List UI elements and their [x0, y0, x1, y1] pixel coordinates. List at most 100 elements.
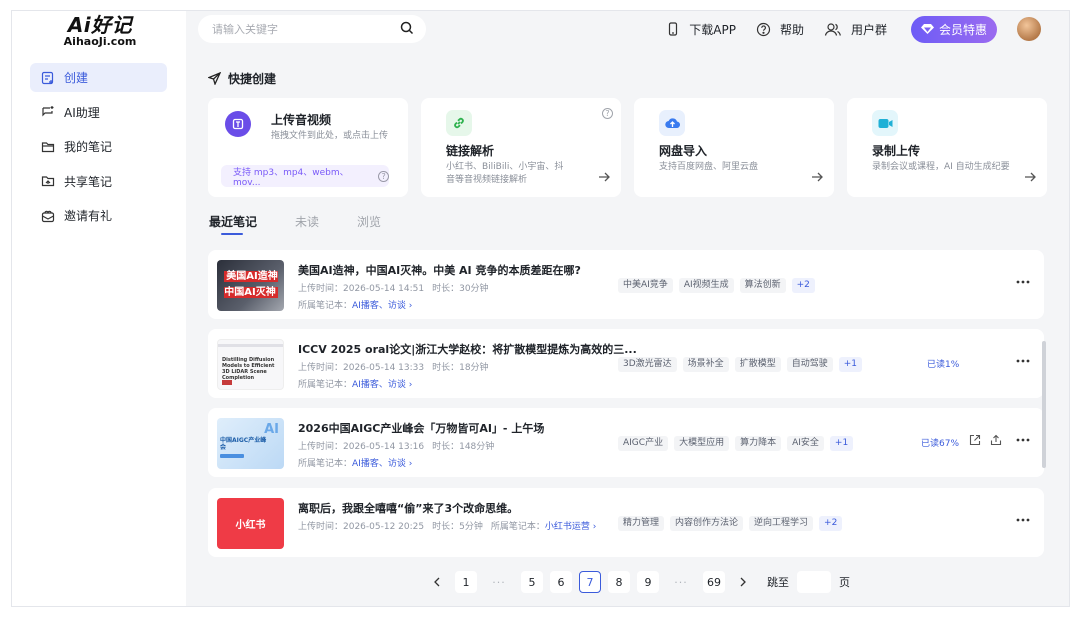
note-meta: 上传时间：2026-05-14 13:33 时长：18分钟	[298, 360, 497, 373]
tag[interactable]: 内容创作方法论	[670, 516, 744, 531]
card-title: 链接解析	[446, 144, 495, 158]
tag[interactable]: AIGC产业	[618, 436, 669, 451]
question-icon[interactable]: ?	[602, 108, 613, 119]
prev-page-button[interactable]	[426, 571, 448, 593]
tag[interactable]: 精力管理	[618, 516, 665, 531]
search-icon[interactable]	[400, 21, 414, 38]
send-icon	[208, 72, 221, 85]
sidebar-item-invite[interactable]: 邀请有礼	[30, 201, 167, 230]
more-icon[interactable]	[1016, 438, 1030, 442]
record-upload-card[interactable]: 录制上传 录制会议或课程，AI 自动生成纪要	[847, 98, 1047, 197]
more-icon[interactable]	[1016, 280, 1030, 284]
list-item[interactable]: AI 中国AIGC产业峰会 2026中国AIGC产业峰会「万物皆可AI」- 上午…	[208, 408, 1044, 477]
card-desc: 支持百度网盘、阿里云盘	[659, 162, 759, 172]
link-parse-card[interactable]: ? 链接解析 小红书、BiliBili、小宇宙、抖音等音视频链接解析	[421, 98, 621, 197]
download-app-button[interactable]: 下载APP	[666, 21, 736, 38]
note-title[interactable]: ICCV 2025 oral论文|浙江大学赵校：将扩散模型提炼为高效的三...	[298, 341, 637, 357]
tag-more[interactable]: +2	[791, 278, 815, 293]
tag[interactable]: 算力降本	[735, 436, 782, 451]
open-external-icon[interactable]	[969, 434, 981, 446]
tag[interactable]: 大模型应用	[674, 436, 730, 451]
tag-more[interactable]: +1	[838, 357, 862, 372]
note-notebook: 所属笔记本：AI播客、访谈 ›	[298, 377, 412, 390]
notebook-link[interactable]: 小红书运营 ›	[545, 522, 596, 532]
tag[interactable]: 场景补全	[682, 357, 729, 372]
sidebar-item-shared-notes[interactable]: 共享笔记	[30, 167, 167, 196]
tab-recent-notes[interactable]: 最近笔记	[209, 213, 257, 235]
users-icon	[824, 22, 841, 36]
sidebar-item-my-notes[interactable]: 我的笔记	[30, 132, 167, 161]
search-input[interactable]	[212, 22, 400, 36]
app-window: Ai好记 AihaoJi.com 创建 AI助理 我的笔记 共享笔记 邀请有礼 …	[11, 10, 1070, 607]
upload-time: 上传时间：2026-05-14 14:51	[298, 284, 425, 294]
list-item[interactable]: 小红书 离职后，我跟全嘻嘻“偷”来了3个改命思维。 上传时间：2026-05-1…	[208, 488, 1044, 557]
notebook-link[interactable]: AI播客、访谈 ›	[352, 459, 412, 469]
page-jump-input[interactable]	[797, 571, 831, 593]
notebook-label: 所属笔记本：	[298, 380, 353, 390]
upload-card[interactable]: 上传音视频 拖拽文件到此处，或点击上传 支持 mp3、mp4、webm、mov.…	[208, 98, 408, 197]
more-icon[interactable]	[1016, 518, 1030, 522]
notebook-label: 所属笔记本：	[490, 522, 545, 532]
note-title[interactable]: 2026中国AIGC产业峰会「万物皆可AI」- 上午场	[298, 420, 544, 436]
notebook-link[interactable]: AI播客、访谈 ›	[352, 301, 412, 311]
tag[interactable]: 算法创新	[739, 278, 786, 293]
tag[interactable]: AI视频生成	[678, 278, 734, 293]
read-progress: 已读1%	[927, 360, 960, 370]
logo[interactable]: Ai好记 AihaoJi.com	[60, 14, 140, 48]
share-icon[interactable]	[990, 434, 1002, 446]
note-title[interactable]: 美国AI造神，中国AI灭神。中美 AI 竞争的本质差距在哪?	[298, 262, 581, 278]
arrow-right-icon	[599, 172, 610, 182]
note-thumbnail: 美国AI造神 中国AI灭神	[217, 260, 284, 311]
gift-icon	[40, 208, 56, 224]
note-title[interactable]: 离职后，我跟全嘻嘻“偷”来了3个改命思维。	[298, 500, 518, 516]
tag[interactable]: 逆向工程学习	[749, 516, 814, 531]
vip-offer-button[interactable]: 会员特惠	[911, 15, 997, 43]
help-button[interactable]: 帮助	[756, 21, 804, 38]
card-desc: 录制会议或课程，AI 自动生成纪要	[872, 162, 1010, 172]
list-item[interactable]: 美国AI造神 中国AI灭神 美国AI造神，中国AI灭神。中美 AI 竞争的本质差…	[208, 250, 1044, 319]
page-button[interactable]: 5	[521, 571, 543, 593]
scrollbar[interactable]	[1042, 341, 1046, 468]
formats-label: 支持 mp3、mp4、webm、mov...	[233, 167, 349, 188]
list-item[interactable]: Distilling Diffusion Models to Efficient…	[208, 329, 1044, 398]
note-tags: 中美AI竞争 AI视频生成 算法创新 +2	[618, 278, 821, 293]
tag[interactable]: 扩散模型	[734, 357, 781, 372]
tab-browse[interactable]: 浏览	[357, 213, 381, 230]
page-button[interactable]: 1	[455, 571, 477, 593]
avatar[interactable]	[1017, 17, 1041, 41]
page-button[interactable]: 6	[550, 571, 572, 593]
more-icon[interactable]	[1016, 359, 1030, 363]
notebook-link[interactable]: AI播客、访谈 ›	[352, 380, 412, 390]
card-desc: 小红书、BiliBili、小宇宙、抖音等音视频链接解析	[446, 162, 564, 185]
tag[interactable]: AI安全	[787, 436, 824, 451]
page-button[interactable]: 9	[637, 571, 659, 593]
tab-unread[interactable]: 未读	[295, 213, 319, 230]
duration: 时长：18分钟	[432, 363, 489, 373]
page-ellipsis[interactable]: ···	[484, 571, 514, 593]
read-progress: 已读67%	[921, 439, 960, 449]
sidebar-item-create[interactable]: 创建	[30, 63, 167, 92]
logo-mark: Ai好记	[67, 13, 133, 37]
tag[interactable]: 3D激光雷达	[618, 357, 677, 372]
thumbnail-text: Distilling Diffusion Models to Efficient…	[222, 357, 275, 381]
page-button[interactable]: 8	[608, 571, 630, 593]
tag-more[interactable]: +2	[819, 516, 843, 531]
user-group-label: 用户群	[850, 22, 887, 37]
tag[interactable]: 自动驾驶	[786, 357, 833, 372]
note-thumbnail: Distilling Diffusion Models to Efficient…	[217, 339, 284, 390]
tag[interactable]: 中美AI竞争	[618, 278, 673, 293]
page-button[interactable]: 69	[703, 571, 725, 593]
next-page-button[interactable]	[732, 571, 754, 593]
help-label: 帮助	[779, 22, 804, 37]
page-ellipsis[interactable]: ···	[666, 571, 696, 593]
user-group-button[interactable]: 用户群	[824, 21, 887, 38]
cloud-import-card[interactable]: 网盘导入 支持百度网盘、阿里云盘	[634, 98, 834, 197]
tag-more[interactable]: +1	[829, 436, 854, 451]
upload-time: 上传时间：2026-05-14 13:33	[298, 363, 425, 373]
note-tags: 3D激光雷达 场景补全 扩散模型 自动驾驶 +1	[618, 357, 868, 372]
sidebar-item-ai-assistant[interactable]: AI助理	[30, 98, 167, 127]
shared-folder-icon	[40, 173, 56, 189]
top-bar: 下载APP 帮助 用户群 会员特惠	[666, 11, 1069, 47]
question-icon[interactable]: ?	[378, 170, 389, 182]
page-button-current[interactable]: 7	[579, 571, 601, 593]
